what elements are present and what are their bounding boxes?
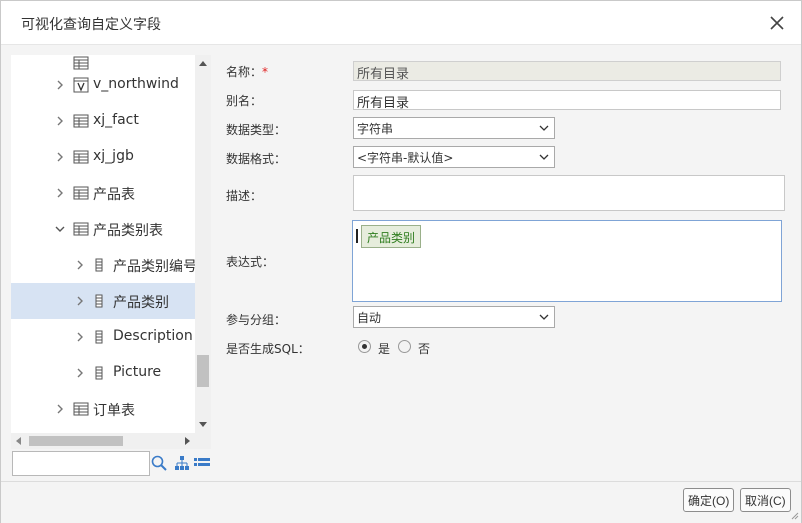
- tree-vertical-scrollbar[interactable]: [195, 55, 211, 433]
- chevron-right-icon[interactable]: [55, 115, 65, 127]
- tree-item-label: v_northwind: [93, 76, 179, 92]
- tree-item-product-table[interactable]: 产品表: [11, 175, 195, 211]
- table-icon: [73, 113, 89, 129]
- expression-field-tag[interactable]: 产品类别: [361, 225, 422, 248]
- cancel-button[interactable]: 取消(C): [740, 488, 791, 512]
- tree-search-input[interactable]: [12, 451, 150, 476]
- chevron-right-icon[interactable]: [75, 259, 85, 271]
- tree-item-v-northwind[interactable]: v_northwind: [11, 67, 195, 103]
- chevron-right-icon[interactable]: [75, 331, 85, 343]
- chevron-down-icon[interactable]: [55, 223, 65, 235]
- tree-item-category-table[interactable]: 产品类别表: [11, 211, 195, 247]
- chevron-down-icon: [538, 311, 550, 323]
- text-cursor: [356, 229, 358, 243]
- description-field[interactable]: [353, 175, 785, 211]
- dialog-titlebar: 可视化查询自定义字段: [1, 1, 801, 45]
- expression-editor[interactable]: 产品类别: [352, 220, 782, 302]
- scrollbar-thumb[interactable]: [29, 436, 123, 446]
- chevron-right-icon[interactable]: [55, 187, 65, 199]
- tree-item-label: 产品类别表: [93, 223, 163, 239]
- scroll-right-icon[interactable]: [185, 437, 190, 445]
- sql-yes-radio[interactable]: [358, 340, 371, 353]
- tree-item-order-table[interactable]: 订单表: [11, 391, 195, 427]
- sql-yes-label[interactable]: 是: [378, 340, 390, 357]
- tree-item-label: 订单表: [93, 403, 135, 419]
- tree-item-label: 产品类别: [113, 295, 169, 311]
- custom-field-dialog: 可视化查询自定义字段 v_northwind xj_fact xj_jgb 产品…: [0, 0, 802, 523]
- list-view-icon[interactable]: [193, 454, 211, 472]
- chevron-right-icon[interactable]: [55, 403, 65, 415]
- field-icon: [91, 365, 107, 381]
- tree-item-label: xj_jgb: [93, 148, 134, 164]
- scrollbar-thumb[interactable]: [197, 355, 209, 387]
- tree-item-xj-jgb[interactable]: xj_jgb: [11, 139, 195, 175]
- name-field: 所有目录: [353, 61, 781, 81]
- sql-no-label[interactable]: 否: [418, 340, 430, 357]
- tree-item-picture[interactable]: Picture: [11, 355, 195, 391]
- chevron-right-icon[interactable]: [75, 367, 85, 379]
- chevron-right-icon[interactable]: [75, 295, 85, 307]
- chevron-down-icon: [538, 151, 550, 163]
- group-select[interactable]: 自动: [353, 306, 555, 328]
- field-icon: [91, 329, 107, 345]
- view-icon: [73, 77, 89, 93]
- format-label: 数据格式：: [226, 152, 287, 166]
- description-label: 描述：: [226, 189, 263, 203]
- tree-item-label: 产品表: [93, 187, 135, 203]
- close-icon[interactable]: [767, 13, 787, 33]
- chevron-right-icon[interactable]: [55, 79, 65, 91]
- required-marker: *: [262, 65, 269, 79]
- scroll-corner: [195, 433, 211, 449]
- chevron-down-icon: [538, 122, 550, 134]
- format-value: <字符串-默认值>: [357, 151, 454, 165]
- tree-item-category-id[interactable]: 产品类别编号: [11, 247, 197, 283]
- alias-label: 别名：: [226, 94, 263, 108]
- scroll-up-icon[interactable]: [199, 61, 207, 66]
- scroll-down-icon[interactable]: [199, 422, 207, 427]
- table-icon: [73, 221, 89, 237]
- ok-button[interactable]: 确定(O): [683, 488, 735, 512]
- scroll-left-icon[interactable]: [16, 437, 21, 445]
- dialog-footer: [1, 481, 801, 523]
- tree-item-label: Picture: [113, 364, 162, 380]
- table-icon: [73, 149, 89, 165]
- field-icon: [91, 293, 107, 309]
- tree-item-label: 产品类别编号: [113, 259, 197, 275]
- tree-item-description[interactable]: Description: [11, 319, 195, 355]
- sql-no-radio[interactable]: [398, 340, 411, 353]
- generate-sql-label: 是否生成SQL：: [226, 342, 310, 356]
- search-icon[interactable]: [150, 454, 168, 472]
- tree-item-category[interactable]: 产品类别: [11, 283, 195, 319]
- resize-grip-icon[interactable]: [789, 510, 799, 520]
- group-label: 参与分组：: [226, 313, 287, 327]
- alias-field[interactable]: 所有目录: [353, 90, 781, 110]
- name-label: 名称：*: [226, 65, 269, 79]
- tree-horizontal-scrollbar[interactable]: [11, 433, 195, 449]
- tree-item-label: Description: [113, 328, 193, 344]
- datatype-label: 数据类型：: [226, 123, 287, 137]
- hierarchy-icon[interactable]: [173, 454, 191, 472]
- expression-label: 表达式：: [226, 255, 275, 269]
- tree-item-label: xj_fact: [93, 112, 139, 128]
- format-select[interactable]: <字符串-默认值>: [353, 146, 555, 168]
- chevron-right-icon[interactable]: [55, 151, 65, 163]
- table-icon: [73, 401, 89, 417]
- field-icon: [91, 257, 107, 273]
- group-value: 自动: [357, 311, 382, 325]
- dialog-title: 可视化查询自定义字段: [21, 17, 161, 33]
- datatype-value: 字符串: [357, 122, 394, 136]
- table-icon: [73, 185, 89, 201]
- tree-item-xj-fact[interactable]: xj_fact: [11, 103, 195, 139]
- datatype-select[interactable]: 字符串: [353, 117, 555, 139]
- field-tree: v_northwind xj_fact xj_jgb 产品表 产品类别表 产品类…: [11, 55, 211, 435]
